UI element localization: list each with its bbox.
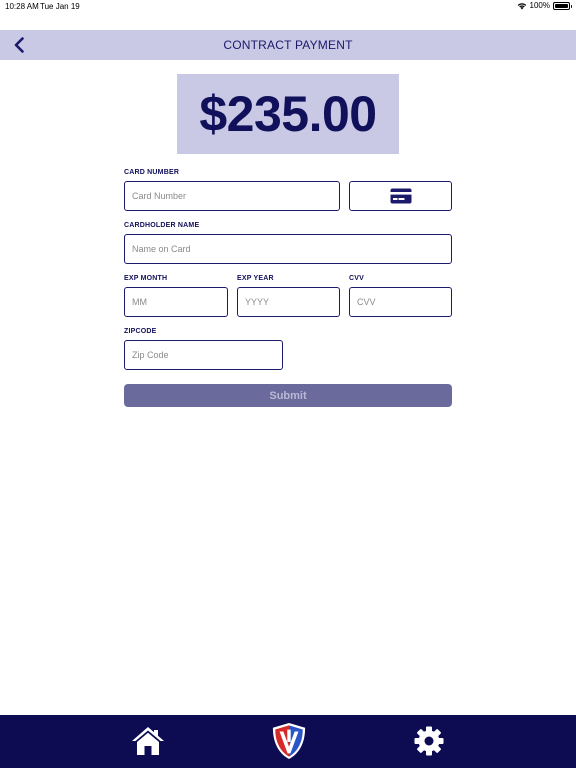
tab-logo[interactable] — [271, 723, 307, 759]
cvv-input[interactable] — [349, 287, 452, 317]
card-number-label: CARD NUMBER — [124, 169, 180, 176]
credit-card-icon — [390, 188, 411, 204]
gear-icon — [414, 726, 444, 756]
scan-card-button[interactable] — [349, 181, 452, 211]
battery-percent: 100% — [529, 1, 550, 10]
tab-settings[interactable] — [411, 723, 447, 759]
exp-year-input[interactable] — [237, 287, 340, 317]
tab-home[interactable] — [130, 723, 166, 759]
cvv-label: CVV — [349, 275, 364, 282]
battery-icon — [553, 1, 572, 10]
card-number-input[interactable] — [124, 181, 340, 211]
zipcode-label: ZIPCODE — [124, 328, 157, 335]
zipcode-input[interactable] — [124, 340, 283, 370]
tab-bar — [0, 715, 576, 768]
payment-amount: $235.00 — [199, 86, 377, 142]
status-right: 100% — [517, 1, 572, 10]
shield-logo-icon — [272, 723, 306, 759]
home-icon — [132, 727, 164, 755]
wifi-icon — [517, 2, 526, 9]
exp-month-label: EXP MONTH — [124, 275, 168, 282]
nav-bar: CONTRACT PAYMENT — [0, 30, 576, 60]
submit-button[interactable]: Submit — [124, 384, 452, 407]
cardholder-name-input[interactable] — [124, 234, 452, 264]
cardholder-name-label: CARDHOLDER NAME — [124, 222, 200, 229]
status-time: 10:28 AM — [5, 2, 39, 11]
status-date: Tue Jan 19 — [40, 2, 80, 11]
exp-year-label: EXP YEAR — [237, 275, 274, 282]
exp-month-input[interactable] — [124, 287, 228, 317]
page-title: CONTRACT PAYMENT — [223, 38, 353, 52]
amount-box: $235.00 — [177, 74, 399, 154]
status-bar: 10:28 AM Tue Jan 19 100% — [0, 0, 576, 12]
